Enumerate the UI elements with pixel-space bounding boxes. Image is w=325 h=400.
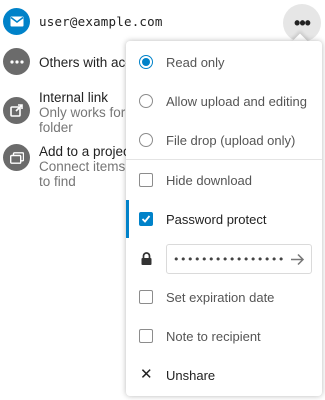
active-indicator [126,200,129,238]
project-text: Add to a project Connect items t to find [39,144,134,189]
mail-icon [3,8,30,35]
radio-button[interactable] [139,133,153,147]
radio-read-only[interactable]: Read only [126,43,322,81]
project-subtitle-2: to find [39,174,76,189]
unshare-button[interactable]: ✕ Unshare [126,356,322,394]
read-only-label: Read only [166,54,225,70]
project-subtitle-1: Connect items t [39,159,133,174]
external-link-icon [3,97,30,124]
password-value: •••••••••••••••• [173,253,285,266]
others-with-access-label: Others with acce [39,55,140,70]
lock-icon [141,252,152,265]
expiration-date-label: Set expiration date [166,289,275,305]
checkbox-checked[interactable] [139,212,153,226]
note-to-recipient-label: Note to recipient [166,328,261,344]
radio-allow-upload-editing[interactable]: Allow upload and editing [126,82,322,120]
password-row: •••••••••••••••• [126,240,322,278]
close-icon: ✕ [140,366,153,383]
checkbox-note-to-recipient[interactable]: Note to recipient [126,317,322,355]
more-horizontal-icon [3,48,30,75]
checkbox-password-protect[interactable]: Password protect [126,200,322,238]
internal-link-title: Internal link [39,90,109,105]
allow-upload-label: Allow upload and editing [166,93,307,109]
checkbox-hide-download[interactable]: Hide download [126,161,322,199]
share-options-menu: Read only Allow upload and editing File … [126,41,322,396]
internal-link-subtitle-2: folder [39,120,73,135]
password-protect-label: Password protect [166,211,267,227]
checkbox[interactable] [139,329,153,343]
project-title: Add to a project [39,144,134,159]
radio-button-selected[interactable] [139,55,153,69]
hide-download-label: Hide download [166,172,253,188]
internal-link-text: Internal link Only works for u folder [39,90,137,135]
radio-button[interactable] [139,94,153,108]
check-icon [141,215,151,223]
file-drop-label: File drop (upload only) [166,132,296,148]
menu-divider [126,159,322,160]
radio-file-drop[interactable]: File drop (upload only) [126,121,322,159]
more-horizontal-icon: ••• [294,13,311,33]
checkbox[interactable] [139,173,153,187]
password-input[interactable]: •••••••••••••••• [166,244,312,274]
checkbox[interactable] [139,290,153,304]
unshare-label: Unshare [166,367,216,383]
folder-stack-icon [3,144,30,171]
internal-link-subtitle-1: Only works for u [39,105,137,120]
checkbox-expiration-date[interactable]: Set expiration date [126,278,322,316]
arrow-right-icon [290,253,304,265]
password-submit-button[interactable] [286,249,308,269]
share-email-label: user@example.com [39,14,163,29]
